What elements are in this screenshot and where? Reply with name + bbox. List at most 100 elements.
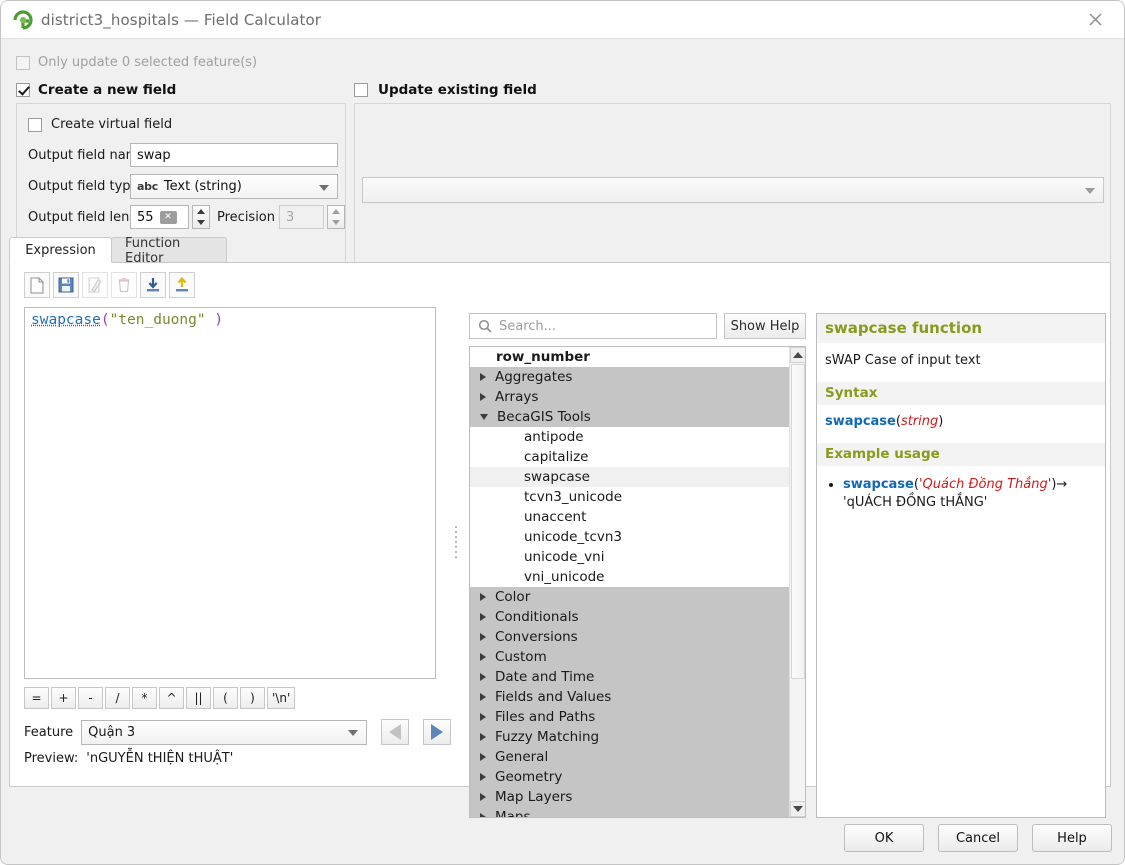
operator-close-paren-button[interactable]: )	[240, 687, 265, 709]
function-tree-item[interactable]: unicode_vni	[470, 547, 790, 567]
tree-help-splitter[interactable]	[807, 346, 815, 818]
function-tree-group[interactable]: Fields and Values	[470, 687, 790, 707]
operator-concat-button[interactable]: ||	[186, 687, 211, 709]
function-tree-group[interactable]: Geometry	[470, 767, 790, 787]
previous-feature-icon[interactable]	[381, 719, 410, 745]
function-tree-group[interactable]: Aggregates	[470, 367, 790, 387]
chevron-right-icon[interactable]	[480, 613, 486, 621]
precision-stepper[interactable]	[327, 205, 345, 229]
operator-divide-button[interactable]: /	[105, 687, 130, 709]
import-download-icon[interactable]	[140, 272, 166, 298]
chevron-right-icon[interactable]	[480, 693, 486, 701]
function-tree-item[interactable]: vni_unicode	[470, 567, 790, 587]
chevron-right-icon[interactable]	[480, 393, 486, 401]
update-existing-field-checkbox[interactable]	[354, 83, 368, 97]
output-field-name-label: Output field name	[28, 148, 147, 163]
function-tree-item[interactable]: antipode	[470, 427, 790, 447]
function-tree-group[interactable]: row_number	[470, 347, 790, 367]
function-tree-item-label: vni_unicode	[524, 569, 605, 585]
tab-function-editor[interactable]: Function Editor	[111, 236, 227, 266]
function-tree-group[interactable]: Conditionals	[470, 607, 790, 627]
function-tree-scrollbar[interactable]	[789, 347, 805, 817]
scrollbar-thumb[interactable]	[791, 364, 805, 679]
function-tree[interactable]: row_number Aggregates Arrays BecaGIS Tools a…	[469, 346, 806, 818]
function-tree-group[interactable]: Arrays	[470, 387, 790, 407]
function-tree-item-label: antipode	[524, 429, 584, 445]
operator-multiply-button[interactable]: *	[132, 687, 157, 709]
clear-icon[interactable]: ✕	[159, 210, 177, 224]
feature-combo[interactable]: Quận 3	[81, 719, 368, 745]
only-update-selected-checkbox[interactable]	[16, 55, 30, 70]
operator-open-paren-button[interactable]: (	[213, 687, 238, 709]
function-tree-group[interactable]: Fuzzy Matching	[470, 727, 790, 747]
expression-text-editor[interactable]: swapcase("ten_duong" )	[24, 307, 436, 679]
function-tree-item[interactable]: tcvn3_unicode	[470, 487, 790, 507]
stepper-down-icon[interactable]	[197, 220, 205, 225]
precision-stepper-down-icon[interactable]	[332, 220, 340, 225]
chevron-right-icon[interactable]	[480, 673, 486, 681]
operator-equals-button[interactable]: =	[24, 687, 49, 709]
function-tree-item[interactable]: capitalize	[470, 447, 790, 467]
function-tree-group[interactable]: Color	[470, 587, 790, 607]
function-tree-group[interactable]: Custom	[470, 647, 790, 667]
operator-newline-button[interactable]: '\n'	[267, 687, 296, 709]
function-tree-group[interactable]: BecaGIS Tools	[470, 407, 790, 427]
close-icon[interactable]	[1072, 1, 1118, 38]
function-tree-group[interactable]: Conversions	[470, 627, 790, 647]
output-field-name-input[interactable]: swap	[130, 143, 338, 167]
chevron-right-icon[interactable]	[480, 813, 486, 817]
tab-expression[interactable]: Expression	[9, 237, 112, 263]
operator-power-button[interactable]: ^	[159, 687, 184, 709]
create-virtual-field-checkbox[interactable]	[28, 117, 42, 132]
chevron-right-icon[interactable]	[480, 633, 486, 641]
save-icon[interactable]	[53, 272, 79, 298]
show-help-button[interactable]: Show Help	[724, 313, 806, 339]
output-field-length-stepper[interactable]	[192, 205, 210, 229]
chevron-right-icon[interactable]	[480, 753, 486, 761]
ok-button[interactable]: OK	[844, 824, 924, 852]
stepper-up-icon[interactable]	[197, 209, 205, 214]
operator-button-bar: = + - / * ^ || ( ) '\n'	[24, 687, 296, 709]
chevron-down-icon[interactable]	[480, 414, 488, 420]
help-example-item: swapcase('Quách Đồng Thắng')→ 'qUÁCH ĐỒN…	[843, 476, 1099, 511]
next-feature-icon[interactable]	[423, 719, 452, 745]
function-tree-item[interactable]: unicode_tcvn3	[470, 527, 790, 547]
existing-field-combo[interactable]	[362, 177, 1104, 203]
new-file-icon[interactable]	[24, 272, 50, 298]
scroll-up-icon[interactable]	[790, 347, 805, 363]
precision-input[interactable]: 3	[279, 205, 324, 229]
search-input[interactable]: Search...	[469, 313, 717, 339]
function-tree-group[interactable]: Date and Time	[470, 667, 790, 687]
export-upload-icon[interactable]	[169, 272, 195, 298]
help-button[interactable]: Help	[1032, 824, 1112, 852]
precision-stepper-up-icon[interactable]	[332, 209, 340, 214]
scroll-down-icon[interactable]	[790, 801, 805, 817]
function-tree-item[interactable]: swapcase	[470, 467, 790, 487]
create-new-field-row[interactable]: Create a new field	[16, 82, 176, 98]
output-field-type-combo[interactable]: abc Text (string)	[130, 174, 338, 199]
output-field-length-input[interactable]: 55 ✕	[130, 205, 189, 229]
function-tree-group[interactable]: Maps	[470, 807, 790, 817]
chevron-right-icon[interactable]	[480, 713, 486, 721]
chevron-right-icon[interactable]	[480, 653, 486, 661]
function-tree-group[interactable]: Map Layers	[470, 787, 790, 807]
chevron-right-icon[interactable]	[480, 773, 486, 781]
chevron-right-icon[interactable]	[480, 733, 486, 741]
field-calculator-window: district3_hospitals — Field Calculator O…	[0, 0, 1125, 865]
function-tree-group[interactable]: General	[470, 747, 790, 767]
create-new-field-checkbox[interactable]	[16, 83, 30, 97]
chevron-right-icon[interactable]	[480, 793, 486, 801]
update-existing-field-row[interactable]: Update existing field	[354, 82, 537, 98]
chevron-right-icon[interactable]	[480, 593, 486, 601]
function-tree-group[interactable]: Files and Paths	[470, 707, 790, 727]
editor-tree-splitter[interactable]	[452, 307, 460, 779]
only-update-selected-row[interactable]: Only update 0 selected feature(s)	[16, 55, 257, 70]
operator-minus-button[interactable]: -	[78, 687, 103, 709]
function-tree-item-label: unicode_vni	[524, 549, 605, 565]
create-virtual-field-row[interactable]: Create virtual field	[28, 117, 172, 132]
cancel-button[interactable]: Cancel	[938, 824, 1018, 852]
function-tree-item[interactable]: unaccent	[470, 507, 790, 527]
help-syntax-heading: Syntax	[817, 382, 1105, 405]
chevron-right-icon[interactable]	[480, 373, 486, 381]
operator-plus-button[interactable]: +	[51, 687, 76, 709]
